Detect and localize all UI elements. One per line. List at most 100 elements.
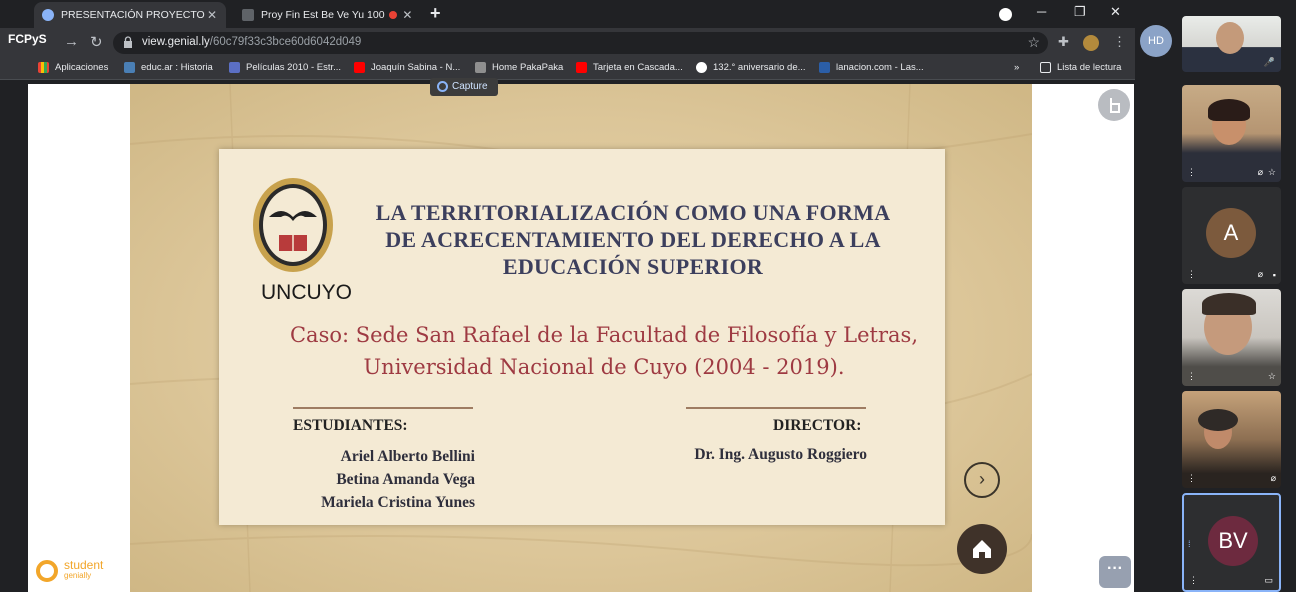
bookmark-sabina[interactable]: Joaquín Sabina - N... xyxy=(354,62,460,73)
title-card: UNCUYO LA TERRITORIALIZACIÓN COMO UNA FO… xyxy=(219,149,945,525)
participant-tile[interactable]: ⋮ ⌀ xyxy=(1182,391,1281,488)
participant-tile[interactable]: ⋮ ⌀ ☆ xyxy=(1182,85,1281,182)
participant-tile[interactable]: 🎤 xyxy=(1182,16,1281,72)
divider xyxy=(293,407,473,409)
media-control-icon[interactable] xyxy=(999,8,1012,21)
bookmark-aniversario[interactable]: 132.° aniversario de... xyxy=(696,62,806,73)
lanacion-icon xyxy=(819,62,830,73)
uncuyo-wordmark: UNCUYO xyxy=(261,281,353,304)
self-avatar[interactable]: HD xyxy=(1140,25,1172,57)
tile-menu-icon[interactable]: ⋮ xyxy=(1187,167,1196,178)
slide-title-line: LA TERRITORIALIZACIÓN COMO UNA FORMA xyxy=(375,200,891,225)
presentation-slide: UNCUYO LA TERRITORIALIZACIÓN COMO UNA FO… xyxy=(130,84,1032,592)
url-text: view.genial.ly/60c79f33c3bce60d6042d049 xyxy=(142,36,361,48)
home-button[interactable] xyxy=(957,524,1007,574)
next-slide-button[interactable]: › xyxy=(964,462,1000,498)
bookmark-label: Aplicaciones xyxy=(55,62,109,73)
recording-icon xyxy=(388,11,397,19)
bookmark-star-icon[interactable]: ☆ xyxy=(1027,34,1040,51)
chevron-right-icon: › xyxy=(979,469,985,489)
participant-hair xyxy=(1208,99,1250,121)
tile-menu-icon[interactable]: ⋮ xyxy=(1187,269,1196,280)
genially-line2: genially xyxy=(64,571,92,580)
profile-avatar[interactable] xyxy=(1083,35,1099,51)
participant-hair xyxy=(1202,293,1256,315)
student-name: Betina Amanda Vega xyxy=(336,471,475,488)
menu-icon[interactable]: ⋮ xyxy=(1113,34,1126,50)
hand-pointer-icon xyxy=(1110,98,1120,113)
tab-label: PRESENTACIÓN PROYECTO en G xyxy=(61,9,206,21)
new-tab-button[interactable]: + xyxy=(430,3,441,24)
more-options-button[interactable]: ··· xyxy=(1099,556,1131,588)
close-icon[interactable]: ✕ xyxy=(401,8,414,22)
divider xyxy=(686,407,866,409)
youtube-icon xyxy=(354,62,365,73)
genially-logo-icon xyxy=(36,560,58,582)
camera-off-icon: ▪ xyxy=(1272,270,1276,280)
educar-icon xyxy=(124,62,135,73)
screen: PRESENTACIÓN PROYECTO en G ✕ Proy Fin Es… xyxy=(0,0,1296,592)
participant-tile[interactable]: BV ⋮ ⁞ ▭ xyxy=(1182,493,1281,592)
bookmark-label: educ.ar : Historia xyxy=(141,62,213,73)
slide-title-line: DE ACRECENTAMIENTO DEL DERECHO A LA xyxy=(385,227,881,252)
mic-off-icon: ⌀ xyxy=(1270,473,1276,483)
mic-off-icon: 🎤 xyxy=(1263,57,1275,67)
slide-subtitle: Caso: Sede San Rafael de la Facultad de … xyxy=(259,319,949,383)
reading-list-label: Lista de lectura xyxy=(1057,62,1122,73)
tab-proy-fin[interactable]: Proy Fin Est Be Ve Yu 1009 | ✕ xyxy=(234,2,422,28)
address-bar[interactable]: view.genial.ly/60c79f33c3bce60d6042d049 … xyxy=(113,32,1048,54)
google-icon xyxy=(696,62,707,73)
capture-label: Capture xyxy=(452,81,488,92)
bookmark-peliculas[interactable]: Películas 2010 - Estr... xyxy=(229,62,341,73)
browser-tab-bar: PRESENTACIÓN PROYECTO en G ✕ Proy Fin Es… xyxy=(0,0,1135,28)
google-icon xyxy=(42,9,54,21)
profile-logo: FCPyS xyxy=(8,32,47,46)
slide-title-line: EDUCACIÓN SUPERIOR xyxy=(502,254,764,279)
students-list: Ariel Alberto Bellini Betina Amanda Vega… xyxy=(279,445,475,514)
close-icon[interactable]: ✕ xyxy=(206,8,218,22)
forward-button[interactable]: → xyxy=(64,33,79,50)
student-name: Mariela Cristina Yunes xyxy=(321,494,475,511)
extensions-icon[interactable]: ✚ xyxy=(1058,34,1069,50)
lock-icon xyxy=(124,36,132,48)
reload-button[interactable]: ↻ xyxy=(90,33,103,51)
document-icon xyxy=(242,9,254,21)
tile-menu-icon[interactable]: ⋮ xyxy=(1189,575,1198,586)
close-window-button[interactable]: ✕ xyxy=(1110,4,1121,20)
tile-menu-icon[interactable]: ⋮ xyxy=(1187,371,1196,382)
restore-button[interactable]: ❐ xyxy=(1074,4,1086,20)
capture-button[interactable]: Capture xyxy=(430,78,498,96)
bookmark-aplicaciones[interactable]: Aplicaciones xyxy=(38,62,108,73)
bookmark-tarjeta[interactable]: Tarjeta en Cascada... xyxy=(576,62,683,73)
bookmark-educar[interactable]: educ.ar : Historia xyxy=(124,62,213,73)
participant-tile[interactable]: ⋮ ☆ xyxy=(1182,289,1281,386)
participant-face xyxy=(1216,22,1244,54)
bookmark-pakapaka[interactable]: Home PakaPaka xyxy=(475,62,563,73)
mic-off-icon: ⌀ xyxy=(1257,269,1263,279)
tile-menu-icon[interactable]: ⋮ xyxy=(1187,473,1196,484)
screen-share-icon: ▭ xyxy=(1264,575,1273,585)
participant-hair xyxy=(1198,409,1238,431)
participant-avatar: BV xyxy=(1208,516,1258,566)
film-icon xyxy=(229,62,240,73)
bookmark-label: Home PakaPaka xyxy=(492,62,564,73)
participant-avatar: A xyxy=(1206,208,1256,258)
mic-off-icon: ⌀ xyxy=(1257,167,1263,177)
tab-presentacion[interactable]: PRESENTACIÓN PROYECTO en G ✕ xyxy=(34,2,226,28)
bookmarks-overflow-button[interactable]: » xyxy=(1014,62,1019,73)
youtube-icon xyxy=(576,62,587,73)
slide-title: LA TERRITORIALIZACIÓN COMO UNA FORMA DE … xyxy=(331,199,935,280)
pin-icon[interactable]: ☆ xyxy=(1268,167,1276,178)
minimize-button[interactable]: ─ xyxy=(1037,4,1046,19)
bookmark-lanacion[interactable]: lanacion.com - Las... xyxy=(819,62,924,73)
pin-icon[interactable]: ☆ xyxy=(1268,371,1276,382)
bookmark-label: Joaquín Sabina - N... xyxy=(371,62,461,73)
url-path: /60c79f33c3bce60d6042d049 xyxy=(209,36,362,48)
uncuyo-logo xyxy=(253,178,333,272)
student-name: Ariel Alberto Bellini xyxy=(340,448,475,465)
participant-tile[interactable]: A ⋮ ⌀ ▪ xyxy=(1182,187,1281,284)
reading-list-button[interactable]: Lista de lectura xyxy=(1040,62,1121,73)
bookmark-label: Tarjeta en Cascada... xyxy=(593,62,683,73)
capture-icon xyxy=(437,81,448,92)
touch-gesture-button[interactable] xyxy=(1098,89,1130,121)
